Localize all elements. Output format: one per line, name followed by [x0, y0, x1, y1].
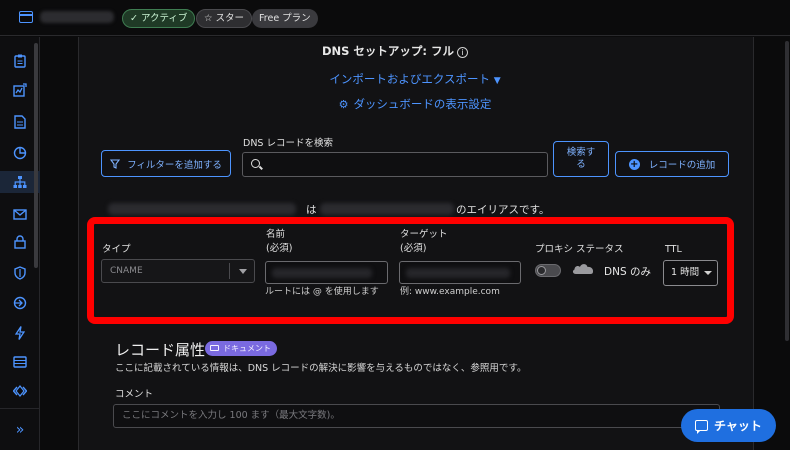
domain-name-redacted: [40, 11, 114, 23]
chat-label[interactable]: チャット: [714, 417, 762, 434]
record-attributes-description: ここに記載されている情報は、DNS レコードの解決に影響を与えるものではなく、参…: [115, 363, 527, 374]
name-value-redacted: [272, 268, 372, 278]
import-export-label[interactable]: インポートおよびエクスポート: [329, 72, 490, 86]
alias-is-text: は: [306, 204, 317, 216]
status-badge-active: ✓ アクティブ: [122, 9, 196, 28]
window-icon[interactable]: [19, 11, 33, 23]
dns-only-label: DNS のみ: [604, 266, 651, 278]
comment-label: コメント: [115, 389, 154, 400]
search-icon: [251, 159, 260, 168]
caret-down-icon: ▼: [493, 76, 501, 86]
storage-icon[interactable]: [0, 351, 40, 373]
info-icon[interactable]: i: [457, 47, 469, 58]
type-select-value: CNAME: [110, 266, 143, 276]
add-record-label[interactable]: レコードの追加: [649, 157, 716, 171]
dns-setup-heading: DNS セットアップ: フル i: [0, 43, 790, 59]
documentation-badge[interactable]: ドキュメント: [205, 341, 277, 356]
select-divider: [229, 263, 230, 279]
comment-input[interactable]: ここにコメントを入力し 100 ます（最大文字数)。: [113, 404, 720, 428]
proxy-status-label: プロキシ ステータス: [535, 244, 624, 255]
lightning-icon[interactable]: [0, 322, 40, 344]
search-label: DNS レコードを検索: [243, 138, 333, 149]
route-icon[interactable]: [0, 292, 40, 314]
type-select[interactable]: CNAME: [101, 259, 255, 283]
type-label: タイプ: [102, 244, 131, 255]
search-button[interactable]: 検索する: [553, 141, 609, 177]
dashboard-settings-label[interactable]: ダッシュボードの表示設定: [353, 97, 491, 111]
target-helper-text: 例: www.example.com: [400, 287, 500, 297]
chevron-down-icon: [704, 271, 712, 275]
alias-notice: は のエイリアスです。: [100, 202, 720, 216]
ttl-select[interactable]: 1 時間: [663, 260, 718, 286]
target-required-label: (必須): [400, 243, 427, 254]
alias-target-redacted: [320, 203, 454, 215]
name-helper-text: ルートには @ を使用します: [265, 287, 379, 297]
record-attributes-title: レコード属性: [115, 341, 206, 359]
documentation-label[interactable]: ドキュメント: [223, 344, 271, 353]
top-bar: ✓ アクティブ ☆ スター Free プラン: [0, 0, 790, 36]
add-record-button[interactable]: + レコードの追加: [615, 151, 729, 177]
chevron-down-icon: [239, 269, 247, 274]
filter-icon: [110, 158, 121, 169]
ttl-label: TTL: [665, 244, 682, 255]
add-filter-label[interactable]: フィルターを追加する: [127, 157, 222, 171]
toggle-knob: [537, 266, 546, 275]
plan-badge[interactable]: Free プラン: [252, 9, 318, 28]
code-icon[interactable]: [0, 380, 40, 402]
plus-icon: +: [628, 158, 640, 170]
dns-setup-label: DNS セットアップ: フル: [321, 44, 455, 58]
target-input[interactable]: [399, 261, 521, 284]
alias-suffix-text: のエイリアスです。: [456, 204, 550, 216]
book-icon: [210, 345, 219, 351]
chat-icon: [695, 420, 709, 434]
alias-name-redacted: [108, 203, 296, 215]
name-required-label: (必須): [266, 243, 293, 254]
star-button[interactable]: ☆ スター: [196, 9, 253, 28]
search-input[interactable]: [242, 152, 548, 177]
cloud-icon: [572, 264, 594, 274]
add-filter-button[interactable]: フィルターを追加する: [101, 150, 231, 177]
import-export-link[interactable]: インポートおよびエクスポート ▼: [0, 71, 790, 87]
name-label: 名前: [266, 229, 286, 240]
name-input[interactable]: [265, 261, 388, 284]
ttl-select-value: 1 時間: [671, 267, 700, 278]
dashboard-settings-link[interactable]: ⚙ ダッシュボードの表示設定: [0, 96, 790, 112]
collapse-sidebar-button[interactable]: »: [0, 408, 40, 450]
target-value-redacted: [406, 268, 510, 278]
target-label: ターゲット: [400, 229, 448, 240]
search-button-label[interactable]: 検索する: [563, 147, 599, 171]
gear-icon: ⚙: [338, 98, 349, 111]
proxy-toggle[interactable]: [535, 264, 561, 277]
chat-button[interactable]: チャット: [681, 409, 776, 442]
